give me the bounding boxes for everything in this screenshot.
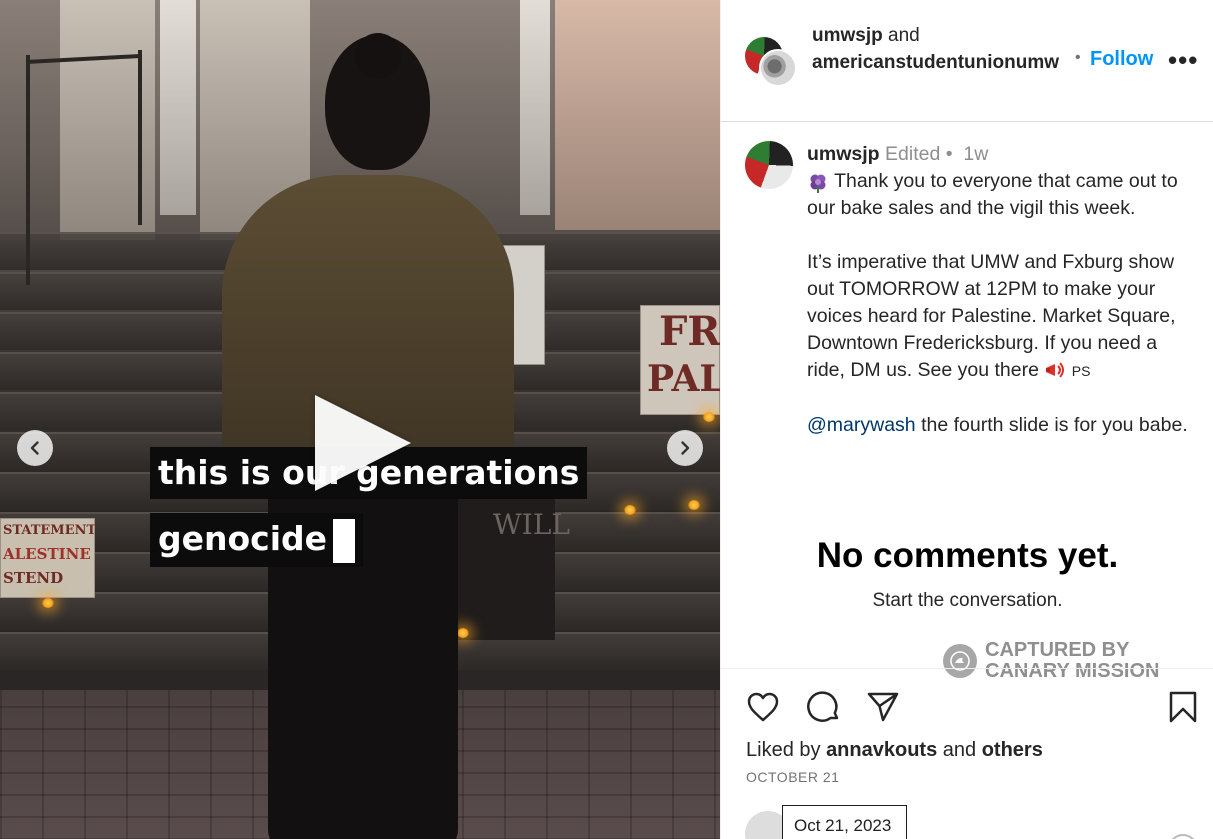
- caption-text-2: It’s imperative that UMW and Fxburg show…: [807, 251, 1176, 381]
- empty-comments: No comments yet. Start the conversation.: [721, 536, 1213, 612]
- caption-cursor: [333, 518, 356, 563]
- send-icon[interactable]: [865, 689, 901, 725]
- more-options-icon[interactable]: •••: [1168, 47, 1198, 73]
- mention-link[interactable]: @marywash: [807, 414, 916, 436]
- protest-sign-left: STATEMENT ALESTINE STEND: [0, 518, 96, 598]
- separator-dot: •: [1075, 49, 1081, 66]
- play-icon[interactable]: [315, 395, 411, 491]
- post-side-panel: umwsjp and americanstudentunionumw • Fol…: [720, 0, 1213, 839]
- post-media[interactable]: FR PAL STATEMENT ALESTINE STEND WILL thi…: [0, 0, 720, 839]
- video-caption-line-2: genocide: [150, 513, 364, 567]
- and-text: and: [882, 25, 920, 46]
- post-actions: Liked by annavkouts and others OCTOBER 2…: [721, 668, 1213, 839]
- follow-button[interactable]: Follow: [1090, 48, 1153, 71]
- avatar-americanstudentunionumw[interactable]: [759, 49, 797, 87]
- video-caption-text: genocide: [158, 519, 328, 558]
- liked-and: and: [937, 739, 982, 761]
- username-link[interactable]: americanstudentunionumw: [812, 52, 1059, 73]
- date-tooltip: Oct 21, 2023: [782, 805, 907, 839]
- avatar[interactable]: [745, 141, 793, 189]
- caption-username[interactable]: umwsjp: [807, 143, 880, 165]
- post-header: umwsjp and americanstudentunionumw • Fol…: [721, 0, 1213, 122]
- flower-emoji-icon: [810, 174, 826, 193]
- watermark-line-1: CAPTURED BY: [985, 639, 1130, 661]
- username-link[interactable]: umwsjp: [812, 25, 883, 46]
- separator-dot: •: [945, 143, 953, 165]
- carousel-next-button[interactable]: [667, 430, 703, 466]
- liked-others-link[interactable]: others: [982, 739, 1043, 761]
- likes-summary: Liked by annavkouts and others: [746, 739, 1043, 762]
- caption-text-1: Thank you to everyone that came out to o…: [807, 170, 1178, 219]
- caption-text-3: the fourth slide is for you babe.: [915, 414, 1188, 436]
- megaphone-emoji-icon: [1046, 362, 1065, 378]
- no-comments-subtitle: Start the conversation.: [872, 590, 1063, 611]
- edited-label: Edited: [885, 143, 941, 165]
- liked-prefix: Liked by: [746, 739, 827, 761]
- comment-icon[interactable]: [806, 689, 842, 725]
- emoji-icon[interactable]: [1168, 834, 1198, 839]
- carousel-prev-button[interactable]: [17, 430, 53, 466]
- post-time[interactable]: 1w: [963, 143, 988, 165]
- heart-icon[interactable]: [745, 689, 781, 725]
- collab-usernames: umwsjp and americanstudentunionumw: [812, 22, 1067, 76]
- no-comments-title: No comments yet.: [816, 536, 1119, 575]
- liked-user-link[interactable]: annavkouts: [826, 739, 937, 761]
- chevron-left-icon: [30, 441, 39, 455]
- chevron-right-icon: [681, 441, 690, 455]
- protest-sign-right: FR PAL: [640, 305, 720, 415]
- post-date[interactable]: OCTOBER 21: [746, 769, 839, 785]
- ps-text: PS: [1071, 363, 1091, 379]
- bookmark-icon[interactable]: [1165, 689, 1201, 725]
